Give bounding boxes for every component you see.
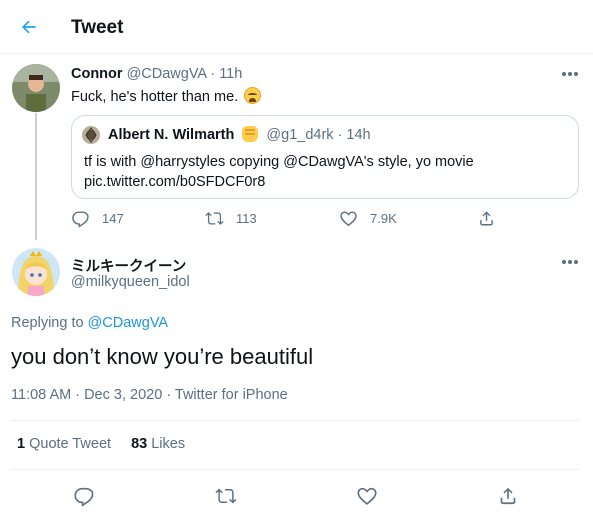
share-button[interactable] (477, 206, 496, 230)
reply-count: 147 (102, 210, 124, 226)
replying-to-label: Replying to (11, 315, 84, 331)
retweet-count: 113 (236, 210, 257, 226)
quoted-tweet-header: Albert N. Wilmarth @g1_d4rk · 14h (108, 126, 371, 143)
share-button[interactable] (495, 483, 521, 509)
tweet-header: Connor @CDawgVA · 11h (71, 66, 242, 82)
quote-label: Quote Tweet (29, 436, 112, 452)
reply-button[interactable]: 147 (71, 206, 124, 230)
divider (11, 469, 579, 470)
avatar-image (82, 126, 100, 144)
author-name[interactable]: Connor (71, 66, 123, 82)
quote-count: 1 (17, 436, 26, 452)
tweet-text: Fuck, he's hotter than me. (71, 87, 262, 105)
quoted-author-name: Albert N. Wilmarth (108, 127, 235, 143)
likes-label: Likes (151, 436, 186, 452)
reply-icon (72, 210, 89, 228)
engagement-stats: 1 Quote Tweet 83 Likes (17, 436, 185, 452)
weary-face-emoji-icon (244, 87, 262, 104)
avatar-milkyqueen[interactable] (12, 248, 60, 296)
replying-to-link[interactable]: @CDawgVA (88, 315, 169, 331)
more-options-button[interactable] (559, 256, 581, 268)
share-icon (500, 487, 516, 505)
main-tweet-actions (0, 483, 593, 509)
author-handle[interactable]: @milkyqueen_idol (71, 274, 190, 290)
tweet-text-content: Fuck, he's hotter than me. (71, 89, 239, 105)
like-button[interactable] (354, 483, 380, 509)
page-title: Tweet (71, 17, 124, 38)
avatar-image (12, 248, 60, 296)
retweet-icon (215, 488, 237, 504)
quoted-text-line-2: pic.twitter.com/b0SFDCF0r8 (84, 174, 266, 190)
main-tweet-text: you don’t know you’re beautiful (11, 344, 314, 369)
quoted-tweet-text: tf is with @harrystyles copying @CDawgVA… (84, 152, 564, 192)
share-icon (480, 210, 493, 225)
like-count: 7.9K (370, 210, 397, 226)
handle-and-time[interactable]: @CDawgVA · 11h (127, 66, 243, 82)
top-bar: Tweet (0, 0, 593, 54)
raised-fist-emoji-icon (242, 126, 259, 142)
quoted-avatar (82, 126, 100, 144)
retweet-button[interactable] (213, 483, 239, 509)
tweet-actions: 147 113 7.9K (71, 206, 591, 230)
tweet-timestamp-source[interactable]: 11:08 AM · Dec 3, 2020 · Twitter for iPh… (11, 387, 288, 403)
back-button[interactable] (16, 14, 42, 40)
more-horizontal-icon (562, 260, 578, 264)
more-options-button[interactable] (559, 68, 581, 80)
quoted-tweet-card[interactable]: Albert N. Wilmarth @g1_d4rk · 14h tf is … (71, 115, 579, 199)
divider (11, 420, 579, 421)
retweet-button[interactable]: 113 (205, 206, 257, 230)
reply-icon (74, 487, 94, 507)
heart-icon (357, 487, 377, 505)
retweet-icon (205, 211, 224, 225)
thread-connector-line (35, 113, 37, 240)
heart-icon (340, 210, 357, 226)
author-name[interactable]: ミルキークイーン (71, 255, 186, 276)
like-total: 83 (131, 436, 148, 452)
more-horizontal-icon (562, 72, 578, 76)
avatar-connor[interactable] (12, 64, 60, 112)
replying-to: Replying to @CDawgVA (11, 315, 168, 331)
reply-button[interactable] (71, 483, 97, 509)
arrow-left-icon (22, 20, 36, 34)
avatar-image (12, 64, 60, 112)
quoted-handle-and-time: @g1_d4rk · 14h (266, 127, 371, 143)
quote-tweets-link[interactable]: 1 Quote Tweet (17, 436, 111, 452)
like-button[interactable]: 7.9K (339, 206, 397, 230)
likes-link[interactable]: 83 Likes (131, 436, 185, 452)
quoted-text-line-1: tf is with @harrystyles copying @CDawgVA… (84, 154, 474, 170)
